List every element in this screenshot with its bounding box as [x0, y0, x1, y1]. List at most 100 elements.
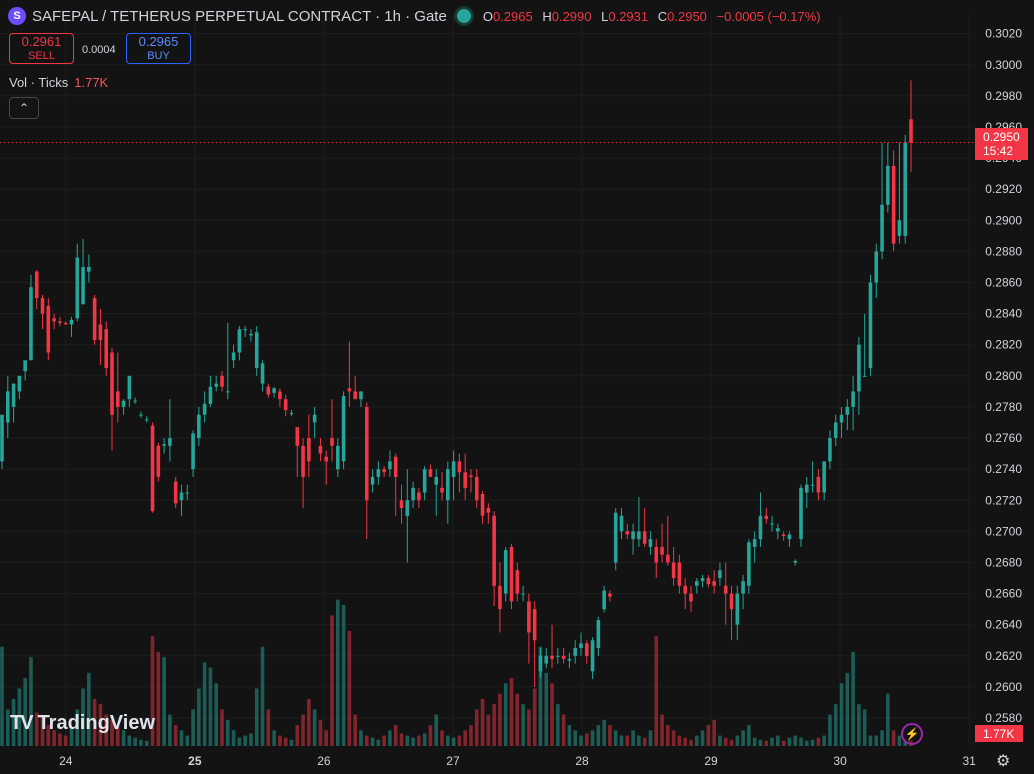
time-tick-label: 26	[317, 754, 331, 768]
spread-value: 0.0004	[82, 44, 116, 56]
volume-bar	[608, 725, 612, 746]
candle-body	[434, 476, 439, 485]
candle-body	[648, 539, 653, 547]
price-chart[interactable]: 0.30200.30000.29800.29600.29400.29200.29…	[0, 0, 1034, 774]
symbol-title[interactable]: SAFEPAL / TETHERUS PERPETUAL CONTRACT · …	[32, 8, 447, 25]
candle-body	[561, 655, 566, 659]
volume-bar	[874, 735, 879, 746]
tradingview-logo[interactable]: TV TradingView	[10, 712, 155, 735]
candle-body	[324, 456, 329, 462]
volume-bar	[243, 735, 247, 746]
time-axis[interactable]: 24 25 26 27 28 29 30 31	[59, 754, 976, 768]
gear-icon[interactable]: ⚙	[996, 751, 1010, 771]
candle-body	[463, 472, 467, 488]
candle-body	[480, 494, 485, 516]
volume-bar	[891, 730, 896, 746]
volume-bar	[886, 693, 890, 746]
volume-bar	[787, 737, 792, 746]
sell-button[interactable]: 0.2961 SELL	[9, 33, 74, 64]
volume-bar	[799, 737, 803, 746]
price-tick-label: 0.2680	[985, 555, 1022, 569]
candle-body	[405, 500, 410, 516]
volume-bar	[839, 683, 844, 746]
volume-bar	[434, 714, 439, 746]
volume-bar	[364, 735, 369, 746]
candle-body	[104, 329, 109, 369]
volume-bar	[237, 737, 242, 746]
collapse-legend-button[interactable]: ⌃	[9, 97, 39, 119]
candle-body	[295, 427, 300, 446]
volume-bar	[58, 733, 62, 746]
volume-bar	[87, 672, 91, 746]
volume-bar	[596, 725, 601, 746]
volume-bar	[527, 709, 531, 746]
volume-bar	[828, 714, 832, 746]
price-tick-label: 0.2580	[985, 711, 1022, 725]
candle-body	[556, 655, 560, 657]
candle-body	[700, 578, 705, 582]
candle-body	[891, 165, 896, 244]
candle-body	[144, 419, 149, 421]
volume-bar	[810, 739, 815, 746]
volume-bar	[220, 709, 224, 746]
candle-body	[619, 515, 624, 532]
sell-label: SELL	[28, 50, 55, 62]
bolt-icon[interactable]: ⚡	[901, 723, 923, 745]
candle-body	[584, 643, 589, 656]
candle-body	[706, 578, 711, 585]
candle-body	[162, 444, 166, 446]
candle-body	[231, 352, 236, 361]
volume-bar	[857, 704, 861, 746]
candle-body	[723, 585, 728, 594]
candle-body	[11, 383, 16, 407]
countdown-label: 15:42	[983, 144, 1013, 158]
candle-body	[712, 581, 716, 586]
candle-body	[133, 400, 137, 402]
candle-body	[787, 534, 792, 540]
candle-body	[776, 528, 780, 532]
volume-badge-label: 1.77K	[983, 727, 1014, 741]
candlesticks	[0, 80, 913, 687]
sell-price: 0.2961	[21, 34, 62, 49]
volume-bar	[758, 739, 763, 746]
volume-bar	[162, 657, 166, 746]
volume-bar	[197, 688, 201, 746]
volume-bar	[370, 737, 375, 746]
volume-bar	[532, 688, 537, 746]
volume-bar	[254, 688, 259, 746]
volume-bar	[289, 739, 294, 746]
candle-body	[307, 438, 311, 462]
candle-body	[637, 531, 641, 540]
volume-bar	[486, 714, 491, 746]
volume-bar	[127, 735, 132, 746]
volume-bar	[804, 740, 809, 746]
volume-bar	[642, 737, 647, 746]
candle-body	[486, 508, 491, 513]
volume-bar	[868, 735, 873, 746]
candle-body	[804, 484, 809, 493]
candle-body	[729, 593, 734, 610]
candle-body	[810, 484, 815, 486]
volume-bar	[417, 735, 421, 746]
candle-body	[376, 469, 381, 477]
candle-body	[330, 438, 334, 446]
price-tick-label: 0.2760	[985, 431, 1022, 445]
candle-body	[579, 643, 583, 649]
candle-body	[179, 492, 184, 501]
volume-bar	[63, 735, 68, 746]
price-tick-label: 0.2820	[985, 338, 1022, 352]
price-tick-label: 0.2600	[985, 680, 1022, 694]
candle-body	[92, 298, 97, 341]
volume-bar	[579, 735, 583, 746]
candle-body	[718, 570, 722, 579]
buy-button[interactable]: 0.2965 BUY	[126, 33, 191, 64]
candle-body	[411, 487, 415, 501]
volume-bar	[133, 737, 137, 746]
candle-body	[278, 391, 282, 400]
volume-legend[interactable]: Vol · Ticks 1.77K	[9, 75, 108, 90]
candle-body	[550, 655, 554, 659]
volume-bar	[376, 739, 381, 746]
candle-body	[0, 414, 4, 462]
volume-bar	[631, 730, 635, 746]
volume-bar	[388, 730, 392, 746]
